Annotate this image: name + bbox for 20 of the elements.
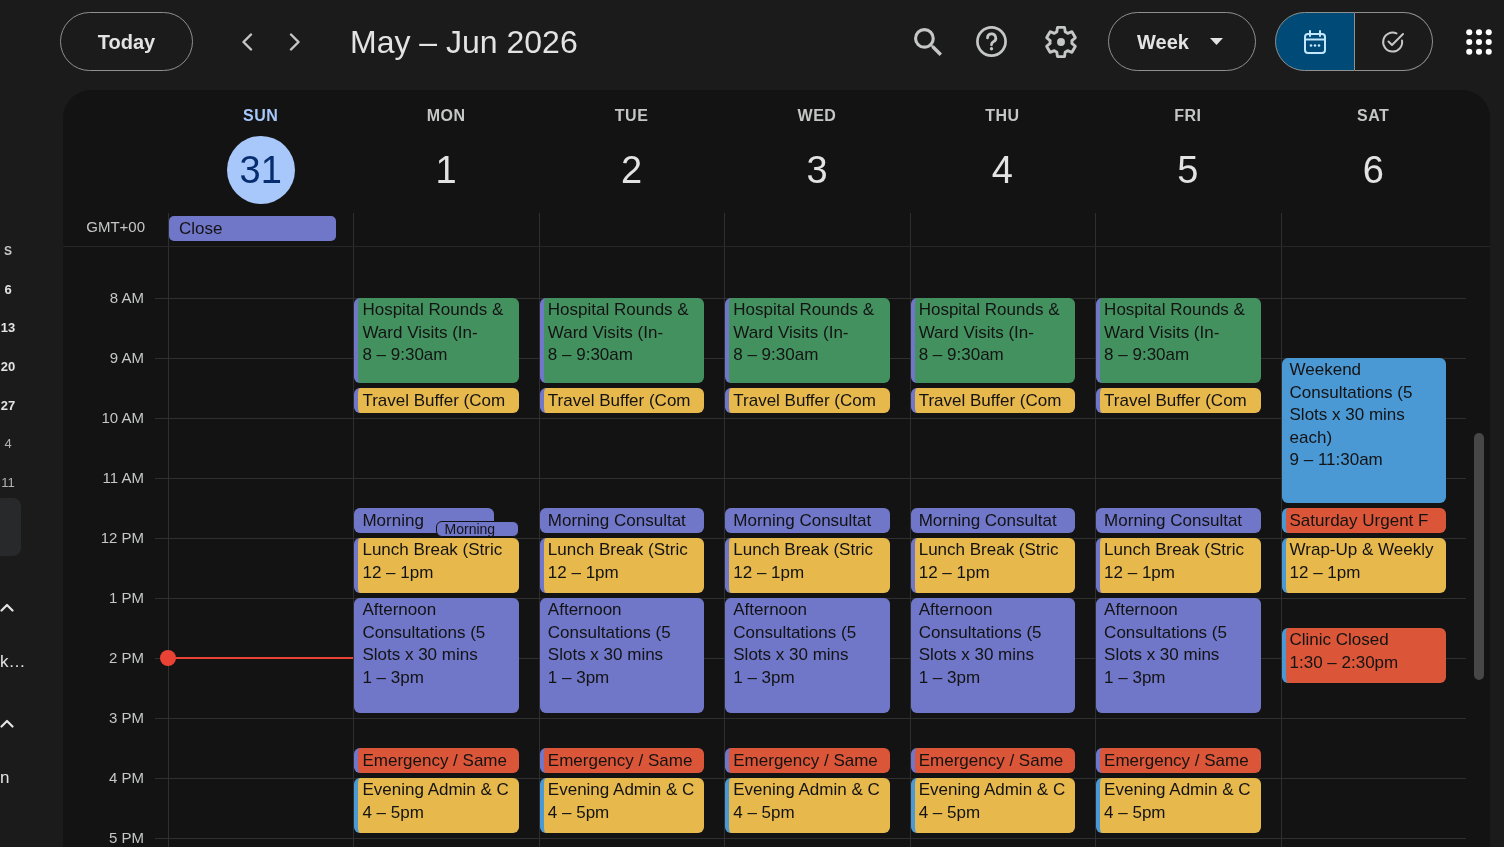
time-label: 1 PM — [109, 589, 144, 607]
day-name: THU — [985, 106, 1020, 126]
timezone-label: GMT+00 — [86, 218, 145, 236]
date-range-title: May – Jun 2026 — [350, 22, 578, 62]
day-name: TUE — [614, 106, 649, 126]
day-name: SAT — [1357, 106, 1390, 126]
time-label: 10 AM — [101, 409, 144, 427]
time-label: 2 PM — [109, 649, 144, 667]
day-name: FRI — [1174, 106, 1202, 126]
time-label: 3 PM — [109, 709, 144, 727]
time-label: 9 AM — [109, 349, 144, 367]
time-label: 5 PM — [109, 829, 144, 847]
day-name: SUN — [243, 106, 279, 126]
time-label: 11 AM — [102, 469, 144, 487]
day-name: WED — [797, 106, 837, 126]
day-name: MON — [426, 106, 466, 126]
time-label: 8 AM — [109, 289, 144, 307]
time-label: 4 PM — [109, 769, 144, 787]
time-label: 12 PM — [100, 529, 144, 547]
weekday-label: S — [4, 243, 12, 260]
